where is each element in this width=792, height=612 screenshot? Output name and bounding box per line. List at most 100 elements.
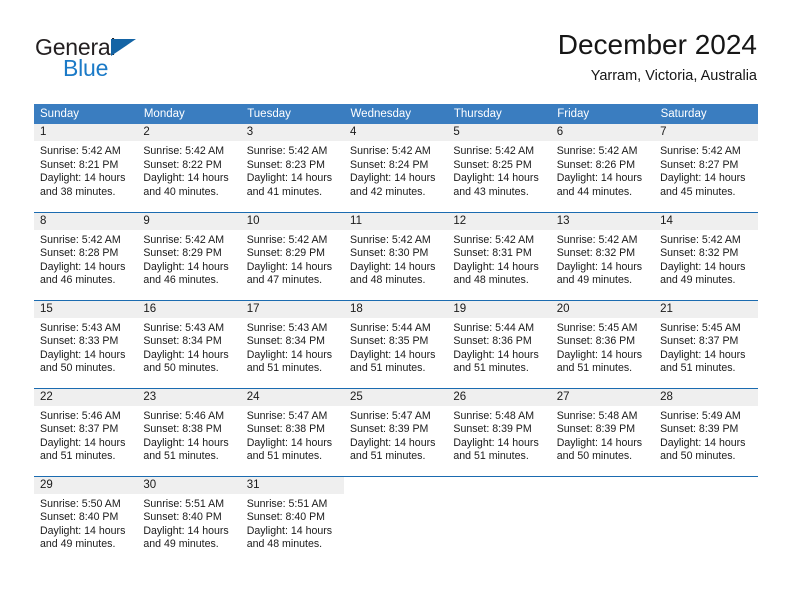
sunset-text: Sunset: 8:23 PM bbox=[246, 158, 326, 171]
calendar-week-row: 15 Sunrise: 5:43 AM Sunset: 8:33 PM Dayligh… bbox=[34, 299, 758, 388]
day-cell[interactable]: 1 Sunrise: 5:42 AM Sunset: 8:21 PM Daylight… bbox=[34, 124, 138, 212]
daylight-text: Daylight: 14 hours and 45 minutes. bbox=[660, 172, 746, 198]
day-cell[interactable]: 4 Sunrise: 5:42 AM Sunset: 8:24 PM Daylight… bbox=[344, 124, 448, 212]
sunset-text: Sunset: 8:35 PM bbox=[350, 335, 429, 348]
weekday-header-friday: Friday bbox=[550, 104, 655, 124]
day-number: 17 bbox=[240, 300, 345, 318]
daylight-text: Daylight: 14 hours and 49 minutes. bbox=[40, 524, 126, 551]
day-cell[interactable]: 17 Sunrise: 5:43 AM Sunset: 8:34 PM Dayligh… bbox=[240, 299, 345, 388]
day-cell[interactable]: 21 Sunrise: 5:45 AM Sunset: 8:37 PM Dayligh… bbox=[654, 299, 758, 388]
sunrise-text: Sunrise: 5:42 AM bbox=[40, 145, 121, 157]
calendar-header-row: Sunday Monday Tuesday Wednesday Thursday… bbox=[34, 104, 759, 124]
sunset-text: Sunset: 8:40 PM bbox=[143, 511, 222, 524]
calendar-week-row: 8 Sunrise: 5:42 AM Sunset: 8:28 PM Daylight… bbox=[34, 211, 758, 300]
sunset-text: Sunset: 8:29 PM bbox=[143, 247, 222, 260]
sunset-text: Sunset: 8:32 PM bbox=[660, 247, 739, 260]
daylight-text: Daylight: 14 hours and 49 minutes. bbox=[556, 260, 643, 287]
daylight-text: Daylight: 14 hours and 51 minutes. bbox=[246, 348, 333, 375]
daylight-text: Daylight: 14 hours and 51 minutes. bbox=[350, 436, 436, 463]
day-cell[interactable]: 22 Sunrise: 5:46 AM Sunset: 8:37 PM Dayligh… bbox=[34, 387, 138, 476]
day-cell[interactable]: 11 Sunrise: 5:42 AM Sunset: 8:30 PM Dayligh… bbox=[344, 211, 448, 300]
day-number: 20 bbox=[550, 300, 655, 318]
sunset-text: Sunset: 8:29 PM bbox=[246, 247, 326, 260]
calendar-week-row: 29 Sunrise: 5:50 AM Sunset: 8:40 PM Dayligh… bbox=[34, 475, 758, 564]
day-cell[interactable]: 7 Sunrise: 5:42 AM Sunset: 8:27 PM Daylight… bbox=[654, 124, 758, 212]
sunrise-text: Sunrise: 5:42 AM bbox=[246, 145, 328, 157]
day-cell[interactable]: 15 Sunrise: 5:43 AM Sunset: 8:33 PM Dayligh… bbox=[34, 299, 138, 388]
day-cell[interactable]: 8 Sunrise: 5:42 AM Sunset: 8:28 PM Daylight… bbox=[34, 211, 138, 300]
day-cell[interactable]: 13 Sunrise: 5:42 AM Sunset: 8:32 PM Dayligh… bbox=[550, 211, 655, 300]
daylight-text: Daylight: 14 hours and 51 minutes. bbox=[453, 436, 539, 463]
sunrise-text: Sunrise: 5:42 AM bbox=[453, 145, 535, 157]
day-number: 2 bbox=[137, 124, 241, 141]
sunset-text: Sunset: 8:39 PM bbox=[556, 423, 636, 436]
daylight-text: Daylight: 14 hours and 50 minutes. bbox=[556, 436, 643, 463]
day-cell[interactable]: 3 Sunrise: 5:42 AM Sunset: 8:23 PM Daylight… bbox=[240, 124, 345, 212]
sunset-text: Sunset: 8:28 PM bbox=[40, 247, 119, 260]
daylight-text: Daylight: 14 hours and 41 minutes. bbox=[246, 172, 333, 198]
day-cell[interactable]: 9 Sunrise: 5:42 AM Sunset: 8:29 PM Daylight… bbox=[137, 211, 241, 300]
day-cell[interactable]: 5 Sunrise: 5:42 AM Sunset: 8:25 PM Daylight… bbox=[447, 124, 551, 212]
sunrise-text: Sunrise: 5:42 AM bbox=[660, 145, 741, 157]
day-number: 18 bbox=[344, 300, 448, 318]
sunrise-text: Sunrise: 5:47 AM bbox=[246, 409, 328, 422]
day-cell[interactable]: 29 Sunrise: 5:50 AM Sunset: 8:40 PM Dayligh… bbox=[34, 475, 138, 564]
day-cell[interactable]: 18 Sunrise: 5:44 AM Sunset: 8:35 PM Dayligh… bbox=[344, 299, 448, 388]
day-number bbox=[551, 477, 654, 494]
sunset-text: Sunset: 8:40 PM bbox=[246, 511, 326, 524]
day-cell[interactable]: 30 Sunrise: 5:51 AM Sunset: 8:40 PM Dayligh… bbox=[137, 475, 241, 564]
sunset-text: Sunset: 8:33 PM bbox=[40, 335, 119, 348]
sunset-text: Sunset: 8:39 PM bbox=[660, 423, 739, 436]
day-number: 5 bbox=[447, 124, 551, 141]
day-number: 11 bbox=[344, 212, 448, 230]
daylight-text: Daylight: 14 hours and 48 minutes. bbox=[350, 260, 436, 287]
sunset-text: Sunset: 8:31 PM bbox=[453, 247, 532, 260]
day-number bbox=[344, 477, 447, 494]
daylight-text: Daylight: 14 hours and 51 minutes. bbox=[40, 436, 126, 463]
day-cell[interactable]: 25 Sunrise: 5:47 AM Sunset: 8:39 PM Dayligh… bbox=[344, 387, 448, 476]
day-cell[interactable]: 26 Sunrise: 5:48 AM Sunset: 8:39 PM Dayligh… bbox=[447, 387, 551, 476]
day-cell[interactable]: 12 Sunrise: 5:42 AM Sunset: 8:31 PM Dayligh… bbox=[447, 211, 551, 300]
day-number: 15 bbox=[34, 300, 138, 318]
day-cell[interactable]: 16 Sunrise: 5:43 AM Sunset: 8:34 PM Dayligh… bbox=[137, 299, 241, 388]
daylight-text: Daylight: 14 hours and 51 minutes. bbox=[660, 348, 746, 375]
sunset-text: Sunset: 8:25 PM bbox=[453, 158, 532, 171]
day-number: 6 bbox=[550, 124, 655, 141]
day-number: 13 bbox=[550, 212, 655, 230]
day-cell[interactable]: 28 Sunrise: 5:49 AM Sunset: 8:39 PM Dayligh… bbox=[654, 387, 758, 476]
sunrise-text: Sunrise: 5:42 AM bbox=[40, 233, 121, 246]
day-cell[interactable]: 14 Sunrise: 5:42 AM Sunset: 8:32 PM Dayligh… bbox=[654, 211, 758, 300]
weekday-header-thursday: Thursday bbox=[447, 104, 552, 124]
sunrise-text: Sunrise: 5:44 AM bbox=[350, 321, 431, 334]
sunrise-text: Sunrise: 5:50 AM bbox=[40, 497, 121, 510]
day-number: 28 bbox=[654, 388, 758, 406]
day-cell[interactable]: 23 Sunrise: 5:46 AM Sunset: 8:38 PM Dayligh… bbox=[137, 387, 241, 476]
day-number: 16 bbox=[137, 300, 241, 318]
day-number: 9 bbox=[137, 212, 241, 230]
sunrise-text: Sunrise: 5:48 AM bbox=[453, 409, 535, 422]
day-cell[interactable]: 31 Sunrise: 5:51 AM Sunset: 8:40 PM Dayligh… bbox=[240, 475, 345, 564]
sunset-text: Sunset: 8:40 PM bbox=[40, 511, 119, 524]
day-cell[interactable]: 20 Sunrise: 5:45 AM Sunset: 8:36 PM Dayligh… bbox=[550, 299, 655, 388]
day-number: 29 bbox=[34, 476, 138, 494]
daylight-text: Daylight: 14 hours and 50 minutes. bbox=[40, 348, 126, 375]
day-cell[interactable]: 19 Sunrise: 5:44 AM Sunset: 8:36 PM Dayligh… bbox=[447, 299, 551, 388]
day-cell[interactable]: 10 Sunrise: 5:42 AM Sunset: 8:29 PM Dayligh… bbox=[240, 211, 345, 300]
day-number: 31 bbox=[240, 476, 345, 494]
daylight-text: Daylight: 14 hours and 42 minutes. bbox=[350, 172, 436, 198]
day-cell-empty bbox=[447, 475, 551, 564]
page-title: December 2024 bbox=[557, 29, 757, 60]
day-cell[interactable]: 24 Sunrise: 5:47 AM Sunset: 8:38 PM Dayligh… bbox=[240, 387, 345, 476]
daylight-text: Daylight: 14 hours and 51 minutes. bbox=[143, 436, 229, 463]
daylight-text: Daylight: 14 hours and 48 minutes. bbox=[453, 260, 539, 287]
day-number: 1 bbox=[34, 124, 138, 141]
daylight-text: Daylight: 14 hours and 51 minutes. bbox=[453, 348, 539, 375]
daylight-text: Daylight: 14 hours and 51 minutes. bbox=[556, 348, 643, 375]
day-cell[interactable]: 6 Sunrise: 5:42 AM Sunset: 8:26 PM Daylight… bbox=[550, 124, 655, 212]
sunset-text: Sunset: 8:39 PM bbox=[453, 423, 532, 436]
day-cell[interactable]: 2 Sunrise: 5:42 AM Sunset: 8:22 PM Daylight… bbox=[137, 124, 241, 212]
day-number bbox=[654, 477, 757, 494]
sunset-text: Sunset: 8:39 PM bbox=[350, 423, 429, 436]
day-cell[interactable]: 27 Sunrise: 5:48 AM Sunset: 8:39 PM Dayligh… bbox=[550, 387, 655, 476]
day-number: 25 bbox=[344, 388, 448, 406]
